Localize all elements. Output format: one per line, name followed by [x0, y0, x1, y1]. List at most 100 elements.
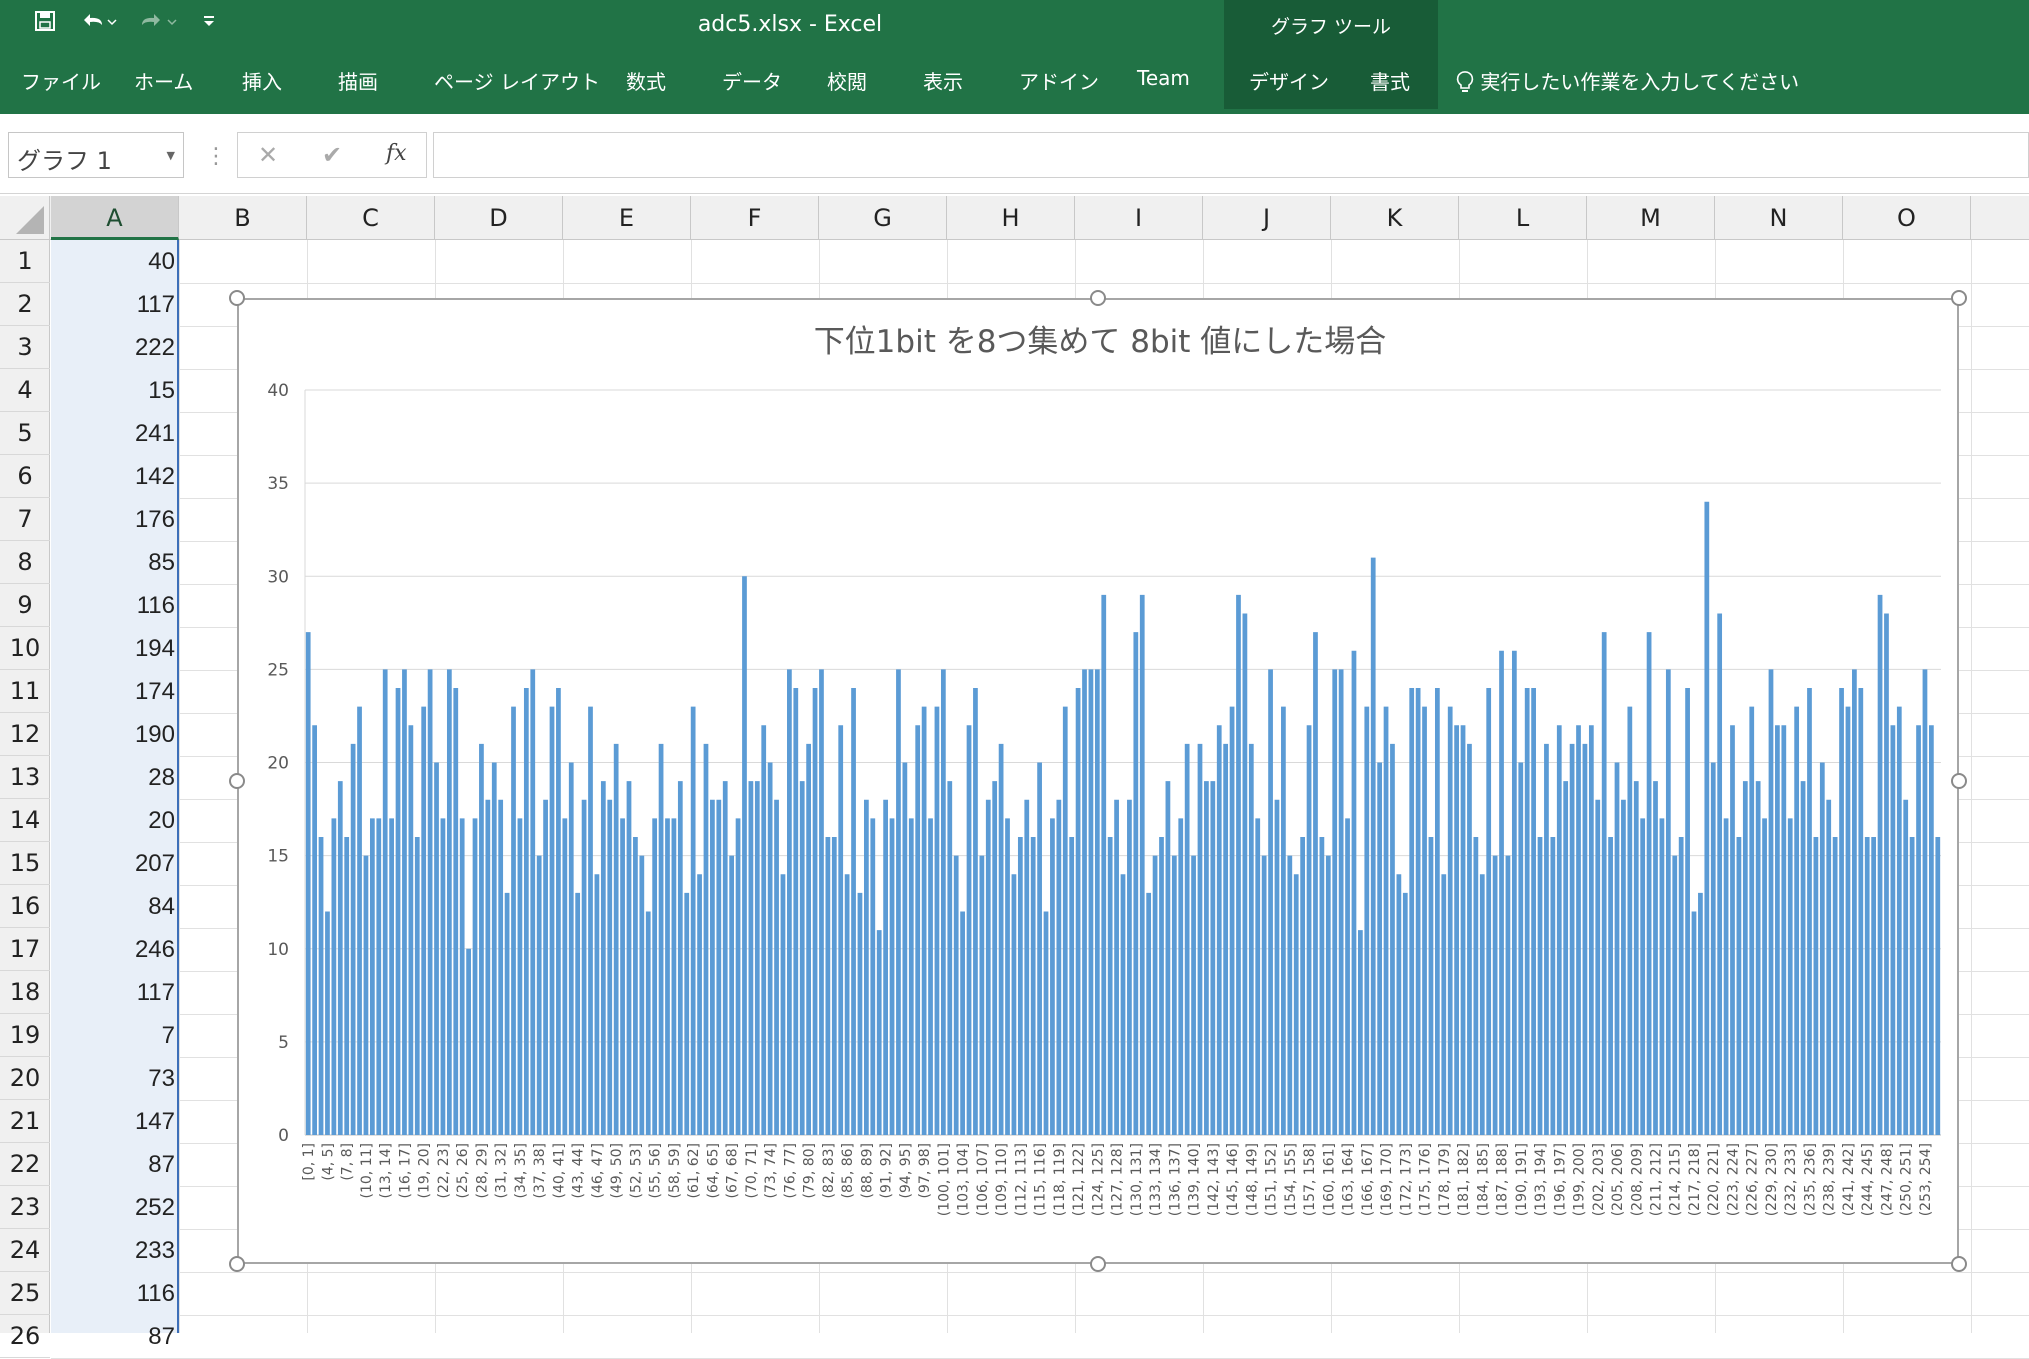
resize-handle-top-right[interactable] [1951, 290, 1967, 306]
column-header-e[interactable]: E [563, 196, 691, 240]
chart-plot[interactable]: 0 5 10 15 20 25 30 35 40 [0, 1] (4, 5] (7, 8] (10, 1… [239, 300, 1961, 1266]
cell-a[interactable]: 176 [51, 498, 175, 541]
tab-team[interactable]: Team [1137, 66, 1190, 90]
cell-a[interactable]: 87 [51, 1143, 175, 1186]
row-header[interactable]: 18 [0, 971, 50, 1014]
cell-a[interactable]: 40 [51, 240, 175, 283]
cell-a[interactable]: 147 [51, 1100, 175, 1143]
row-header[interactable]: 22 [0, 1143, 50, 1186]
cell-a[interactable]: 246 [51, 928, 175, 971]
cell-a[interactable]: 252 [51, 1186, 175, 1229]
cancel-icon[interactable]: ✕ [258, 141, 278, 169]
column-header-a[interactable]: A [51, 196, 179, 240]
row-header[interactable]: 1 [0, 240, 50, 283]
column-header-j[interactable]: J [1203, 196, 1331, 240]
row-header[interactable]: 6 [0, 455, 50, 498]
row-header[interactable]: 9 [0, 584, 50, 627]
row-header[interactable]: 17 [0, 928, 50, 971]
cell-a[interactable]: 174 [51, 670, 175, 713]
cell-a[interactable]: 20 [51, 799, 175, 842]
tab-view[interactable]: 表示 [923, 66, 963, 95]
column-header-m[interactable]: M [1587, 196, 1715, 240]
column-header-l[interactable]: L [1459, 196, 1587, 240]
row-header[interactable]: 21 [0, 1100, 50, 1143]
cell-a[interactable]: 233 [51, 1229, 175, 1272]
row-header[interactable]: 14 [0, 799, 50, 842]
column-header-b[interactable]: B [179, 196, 307, 240]
column-header-o[interactable]: O [1843, 196, 1971, 240]
cell-a[interactable]: 73 [51, 1057, 175, 1100]
tell-me-search[interactable]: 実行したい作業を入力してください [1456, 66, 1799, 95]
row-header[interactable]: 15 [0, 842, 50, 885]
tab-review[interactable]: 校閲 [827, 66, 867, 95]
column-header-n[interactable]: N [1715, 196, 1843, 240]
cell-a[interactable]: 194 [51, 627, 175, 670]
tab-format[interactable]: 書式 [1370, 66, 1410, 95]
cell-a[interactable]: 117 [51, 283, 175, 326]
tab-insert[interactable]: 挿入 [242, 66, 282, 95]
resize-handle-bottom[interactable] [1090, 1256, 1106, 1272]
tab-draw[interactable]: 描画 [338, 66, 378, 95]
column-header-h[interactable]: H [947, 196, 1075, 240]
resize-handle-top[interactable] [1090, 290, 1106, 306]
row-header[interactable]: 26 [0, 1315, 50, 1358]
row-header[interactable]: 10 [0, 627, 50, 670]
row-header[interactable]: 25 [0, 1272, 50, 1315]
row-header[interactable]: 7 [0, 498, 50, 541]
cell-a[interactable]: 190 [51, 713, 175, 756]
row-header[interactable]: 5 [0, 412, 50, 455]
row-header[interactable]: 24 [0, 1229, 50, 1272]
cell-a[interactable]: 85 [51, 541, 175, 584]
row-header[interactable]: 19 [0, 1014, 50, 1057]
cell-a[interactable]: 28 [51, 756, 175, 799]
cell-a[interactable]: 241 [51, 412, 175, 455]
row-header[interactable]: 4 [0, 369, 50, 412]
x-tick-label: (94, 95] [898, 1143, 914, 1198]
column-header-k[interactable]: K [1331, 196, 1459, 240]
cell-a[interactable]: 15 [51, 369, 175, 412]
row-header[interactable]: 23 [0, 1186, 50, 1229]
name-box[interactable]: グラフ 1 ▼ [8, 132, 184, 178]
cell-a[interactable]: 87 [51, 1315, 175, 1358]
column-header-i[interactable]: I [1075, 196, 1203, 240]
row-header[interactable]: 2 [0, 283, 50, 326]
column-header-c[interactable]: C [307, 196, 435, 240]
resize-handle-top-left[interactable] [229, 290, 245, 306]
chart-area[interactable]: 下位1bit を8つ集めて 8bit 値にした場合 0 5 10 15 20 25 30 35… [237, 298, 1959, 1264]
cell-a[interactable]: 207 [51, 842, 175, 885]
cell-a[interactable]: 7 [51, 1014, 175, 1057]
resize-handle-left[interactable] [229, 773, 245, 789]
column-header-d[interactable]: D [435, 196, 563, 240]
cell-a[interactable]: 117 [51, 971, 175, 1014]
tab-design[interactable]: デザイン [1249, 66, 1329, 95]
cell-a[interactable]: 84 [51, 885, 175, 928]
select-all-button[interactable] [0, 196, 50, 240]
row-header[interactable]: 13 [0, 756, 50, 799]
tab-file[interactable]: ファイル [21, 66, 101, 95]
formula-input[interactable] [433, 132, 2029, 178]
tab-page-layout[interactable]: ページ レイアウト [434, 66, 600, 95]
cell-a[interactable]: 116 [51, 1272, 175, 1315]
tab-home[interactable]: ホーム [134, 66, 193, 95]
row-header[interactable]: 3 [0, 326, 50, 369]
resize-handle-right[interactable] [1951, 773, 1967, 789]
chevron-down-icon[interactable]: ▼ [167, 149, 175, 162]
row-header[interactable]: 20 [0, 1057, 50, 1100]
resize-handle-bottom-right[interactable] [1951, 1256, 1967, 1272]
insert-function-icon[interactable]: fx [386, 141, 407, 166]
column-header-g[interactable]: G [819, 196, 947, 240]
resize-handle-bottom-left[interactable] [229, 1256, 245, 1272]
cell-a[interactable]: 222 [51, 326, 175, 369]
row-header[interactable]: 11 [0, 670, 50, 713]
enter-icon[interactable]: ✔ [322, 141, 342, 169]
column-header-f[interactable]: F [691, 196, 819, 240]
row-header[interactable]: 16 [0, 885, 50, 928]
row-header[interactable]: 12 [0, 713, 50, 756]
tab-addins[interactable]: アドイン [1019, 66, 1099, 95]
formula-bar-grip-icon[interactable]: ⋮ [205, 144, 227, 169]
cell-a[interactable]: 116 [51, 584, 175, 627]
cell-a[interactable]: 142 [51, 455, 175, 498]
row-header[interactable]: 8 [0, 541, 50, 584]
tab-data[interactable]: データ [722, 66, 782, 95]
tab-formulas[interactable]: 数式 [626, 66, 666, 95]
